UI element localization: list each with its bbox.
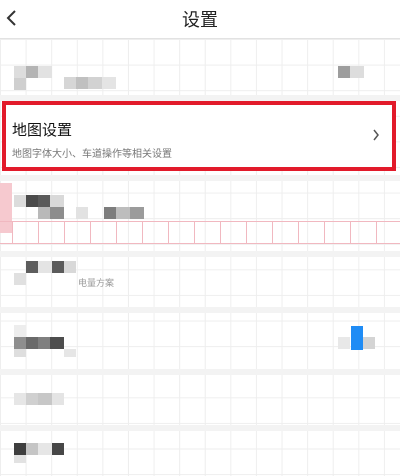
row-grid-line (376, 221, 377, 243)
row-label-block (52, 393, 64, 405)
page-title: 设置 (182, 10, 218, 31)
row-divider-line (0, 221, 400, 222)
row-grid-line (12, 221, 13, 243)
row-sub-block (50, 207, 64, 219)
row-grid-line (38, 221, 39, 243)
row-sub-block (88, 77, 102, 89)
row-icon (14, 66, 26, 78)
row-label-block (38, 261, 52, 273)
row-grid-line (220, 221, 221, 243)
settings-row-3[interactable]: 电量方案 (0, 257, 400, 307)
row-value-block (350, 66, 364, 78)
row-label-block (26, 66, 38, 78)
row-label-block (14, 337, 26, 349)
row-label-block (26, 261, 38, 273)
row-sub-block (76, 207, 88, 219)
row-label-block (26, 443, 38, 455)
row-label-block (14, 78, 26, 90)
row-grid-line (64, 221, 65, 243)
row-sub-block (64, 349, 76, 357)
row-grid-line (324, 221, 325, 243)
map-settings-title: 地图设置 (12, 121, 73, 139)
row-grid-line (298, 221, 299, 243)
row-value-block (338, 66, 350, 78)
app-header: 设置 (0, 0, 400, 39)
row-sub-block (64, 77, 76, 89)
settings-list: 地图设置 地图字体大小、车道操作等相关设置 电量方案 (0, 39, 400, 476)
row-sub-block (130, 207, 144, 219)
row-icon (14, 325, 26, 337)
row-sub-block (104, 207, 116, 219)
row-icon (14, 443, 26, 455)
row-label-block (38, 66, 52, 78)
row-grid-line (194, 221, 195, 243)
back-button[interactable] (0, 0, 36, 38)
row-label-block (26, 337, 38, 349)
row-sub-block (102, 77, 116, 89)
map-settings-description: 地图字体大小、车道操作等相关设置 (12, 149, 172, 160)
row-grid-line (90, 221, 91, 243)
chevron-left-icon (6, 10, 16, 26)
row-grid-line (246, 221, 247, 243)
row-value-block (363, 337, 375, 349)
row-grid-line (272, 221, 273, 243)
settings-row-1[interactable] (0, 39, 400, 95)
row-grid-line (168, 221, 169, 243)
row-sub-block (14, 349, 26, 357)
row-divider-line (0, 243, 400, 244)
settings-row-4[interactable] (0, 313, 400, 363)
row-accent-strip (0, 183, 12, 233)
row-label-block (38, 337, 50, 349)
row-value-block (338, 337, 350, 349)
row-label-block (50, 195, 64, 207)
row-label-block (26, 393, 38, 405)
map-settings-row[interactable]: 地图设置 地图字体大小、车道操作等相关设置 (2, 101, 396, 171)
row-label-block (38, 195, 50, 207)
row-sub-block (14, 455, 26, 463)
row-icon (14, 195, 26, 207)
chevron-right-icon (373, 129, 379, 141)
row-label-block (50, 337, 64, 349)
row-icon (14, 393, 26, 405)
row-label-block (52, 261, 64, 273)
row-label-block (64, 261, 76, 273)
row-grid-line (142, 221, 143, 243)
settings-row-6[interactable] (0, 431, 400, 476)
row-sub-block (38, 207, 50, 219)
row-label-block (38, 393, 52, 405)
row-sub-block (76, 77, 88, 89)
toggle-switch[interactable] (351, 326, 363, 350)
settings-row-2[interactable] (0, 181, 400, 251)
row-label-block (26, 195, 38, 207)
row-sub-block (116, 207, 130, 219)
row-grid-line (116, 221, 117, 243)
row-icon (14, 273, 26, 285)
settings-row-5[interactable] (0, 375, 400, 425)
row-description: 电量方案 (78, 279, 115, 289)
row-label-block (52, 443, 64, 455)
row-grid-line (350, 221, 351, 243)
row-label-block (38, 443, 52, 455)
